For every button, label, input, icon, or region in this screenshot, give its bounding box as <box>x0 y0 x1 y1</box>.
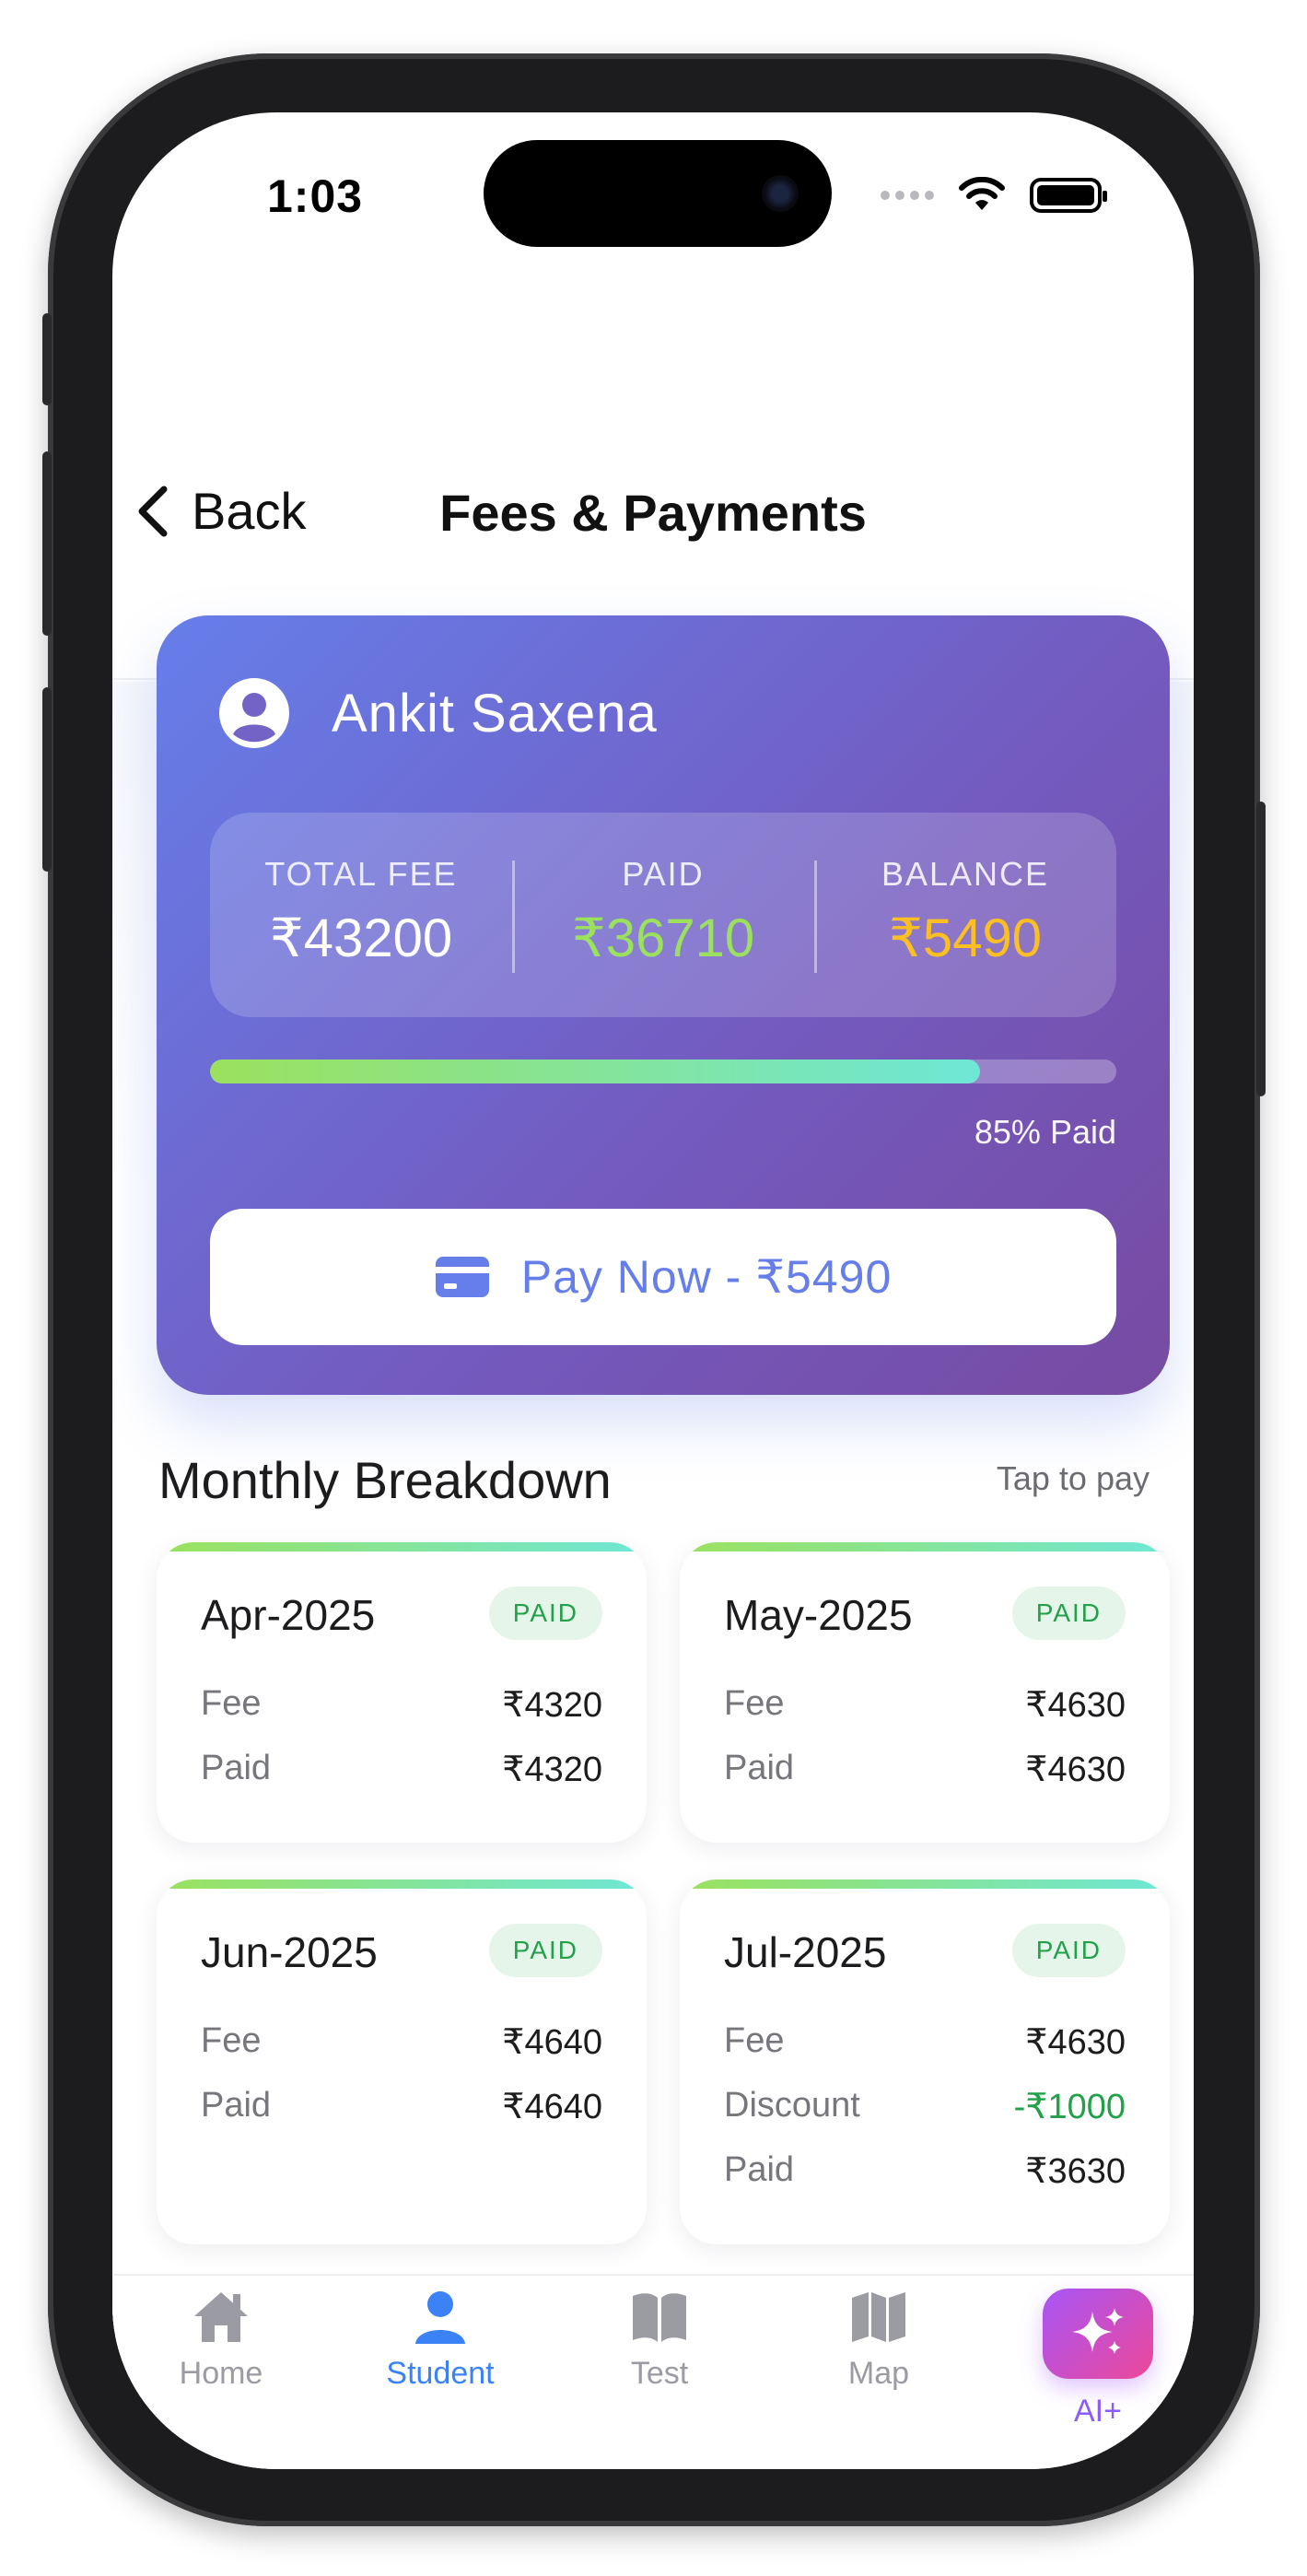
camera-icon <box>762 175 799 212</box>
power-button <box>1256 802 1266 1096</box>
paid-value: ₹4640 <box>502 2088 602 2126</box>
nav-test[interactable]: Test <box>567 2289 752 2392</box>
app-screen: 1:03 Back Fees & Payments Ankit Saxena T… <box>112 112 1194 2469</box>
fee-label: Fee <box>724 1684 785 1723</box>
month-name: May-2025 <box>724 1591 913 1639</box>
wifi-icon <box>959 177 1005 210</box>
nav-student[interactable]: Student <box>348 2289 532 2392</box>
balance-value: ₹5490 <box>889 908 1042 968</box>
paid-label: Paid <box>201 2086 272 2125</box>
fee-label: Fee <box>724 2021 785 2060</box>
fee-stats: TOTAL FEE ₹43200 PAID ₹36710 BALANCE ₹54… <box>210 813 1116 1017</box>
book-icon <box>633 2293 686 2342</box>
fee-row: Fee ₹4320 <box>201 1684 602 1726</box>
bottom-nav: Home Student Test Map <box>112 2274 1194 2469</box>
person-icon <box>415 2291 465 2344</box>
fee-row: Fee ₹4630 <box>724 2021 1126 2063</box>
balance-stat: BALANCE ₹5490 <box>814 813 1116 1017</box>
ai-assistant-button[interactable] <box>1043 2289 1153 2379</box>
month-card-may[interactable]: May-2025 PAID Fee ₹4630 Paid ₹4630 <box>680 1542 1170 1843</box>
discount-label: Discount <box>724 2086 860 2125</box>
signal-icon <box>881 191 934 200</box>
month-name: Jun-2025 <box>201 1928 378 1976</box>
month-card-jul[interactable]: Jul-2025 PAID Fee ₹4630 Discount -₹1000 … <box>680 1879 1170 2244</box>
fee-value: ₹4630 <box>1025 2023 1126 2062</box>
discount-value: -₹1000 <box>1013 2088 1126 2126</box>
paid-row: Paid ₹4640 <box>201 2086 602 2127</box>
sparkles-icon <box>1072 2308 1124 2354</box>
paid-row: Paid ₹4630 <box>724 1749 1126 1790</box>
status-badge: PAID <box>488 1587 602 1640</box>
dynamic-island <box>484 140 832 247</box>
nav-ai-label: AI+ <box>1074 2394 1122 2429</box>
user-circle-icon <box>219 678 289 748</box>
student-name: Ankit Saxena <box>332 683 658 744</box>
volume-up-button <box>42 451 52 636</box>
credit-card-icon <box>435 1257 489 1297</box>
total-fee-value: ₹43200 <box>269 908 453 968</box>
nav-home[interactable]: Home <box>129 2289 313 2392</box>
paid-row: Paid ₹3630 <box>724 2150 1126 2192</box>
paid-value: ₹4630 <box>1025 1751 1126 1789</box>
paid-value: ₹3630 <box>1025 2152 1126 2191</box>
status-time: 1:03 <box>267 170 364 222</box>
fee-row: Fee ₹4640 <box>201 2021 602 2063</box>
discount-row: Discount -₹1000 <box>724 2086 1126 2127</box>
total-fee-label: TOTAL FEE <box>264 855 458 893</box>
nav-test-label: Test <box>630 2356 689 2391</box>
paid-label: Paid <box>201 1749 272 1787</box>
paid-row: Paid ₹4320 <box>201 1749 602 1790</box>
pay-now-button[interactable]: Pay Now - ₹5490 <box>210 1209 1116 1345</box>
paid-value: ₹4320 <box>502 1751 602 1789</box>
payment-progress-fill <box>210 1060 981 1083</box>
silent-switch <box>42 313 52 405</box>
progress-text: 85% Paid <box>974 1113 1116 1151</box>
month-card-jun[interactable]: Jun-2025 PAID Fee ₹4640 Paid ₹4640 <box>157 1879 647 2244</box>
paid-label: Paid <box>724 1749 795 1787</box>
battery-icon <box>1030 178 1107 213</box>
nav-map[interactable]: Map <box>787 2289 971 2392</box>
status-badge: PAID <box>1011 1587 1126 1640</box>
paid-stat: PAID ₹36710 <box>512 813 814 1017</box>
total-fee-stat: TOTAL FEE ₹43200 <box>210 813 512 1017</box>
student-row: Ankit Saxena <box>217 676 658 750</box>
home-icon <box>194 2292 248 2342</box>
status-badge: PAID <box>1011 1924 1126 1977</box>
map-icon <box>852 2292 905 2342</box>
month-name: Apr-2025 <box>201 1591 376 1639</box>
paid-value: ₹36710 <box>571 908 755 968</box>
status-badge: PAID <box>488 1924 602 1977</box>
fee-value: ₹4320 <box>502 1686 602 1725</box>
fee-label: Fee <box>201 1684 262 1723</box>
nav-home-label: Home <box>179 2356 263 2391</box>
paid-label: PAID <box>622 855 705 893</box>
fee-value: ₹4630 <box>1025 1686 1126 1725</box>
balance-label: BALANCE <box>881 855 1050 893</box>
pay-now-label: Pay Now - ₹5490 <box>520 1251 893 1303</box>
status-indicators <box>881 177 1107 214</box>
paid-label: Paid <box>724 2150 795 2189</box>
page-title: Fees & Payments <box>439 484 867 542</box>
fee-summary-card: Ankit Saxena TOTAL FEE ₹43200 PAID ₹3671… <box>157 615 1170 1395</box>
month-card-apr[interactable]: Apr-2025 PAID Fee ₹4320 Paid ₹4320 <box>157 1542 647 1843</box>
payment-progress-bar <box>210 1060 1116 1083</box>
month-name: Jul-2025 <box>724 1928 887 1976</box>
nav-map-label: Map <box>847 2356 910 2391</box>
fee-value: ₹4640 <box>502 2023 602 2062</box>
section-hint: Tap to pay <box>996 1459 1149 1497</box>
fee-label: Fee <box>201 2021 262 2060</box>
section-title: Monthly Breakdown <box>158 1451 612 1509</box>
volume-down-button <box>42 687 52 872</box>
fee-row: Fee ₹4630 <box>724 1684 1126 1726</box>
nav-student-label: Student <box>386 2356 495 2391</box>
